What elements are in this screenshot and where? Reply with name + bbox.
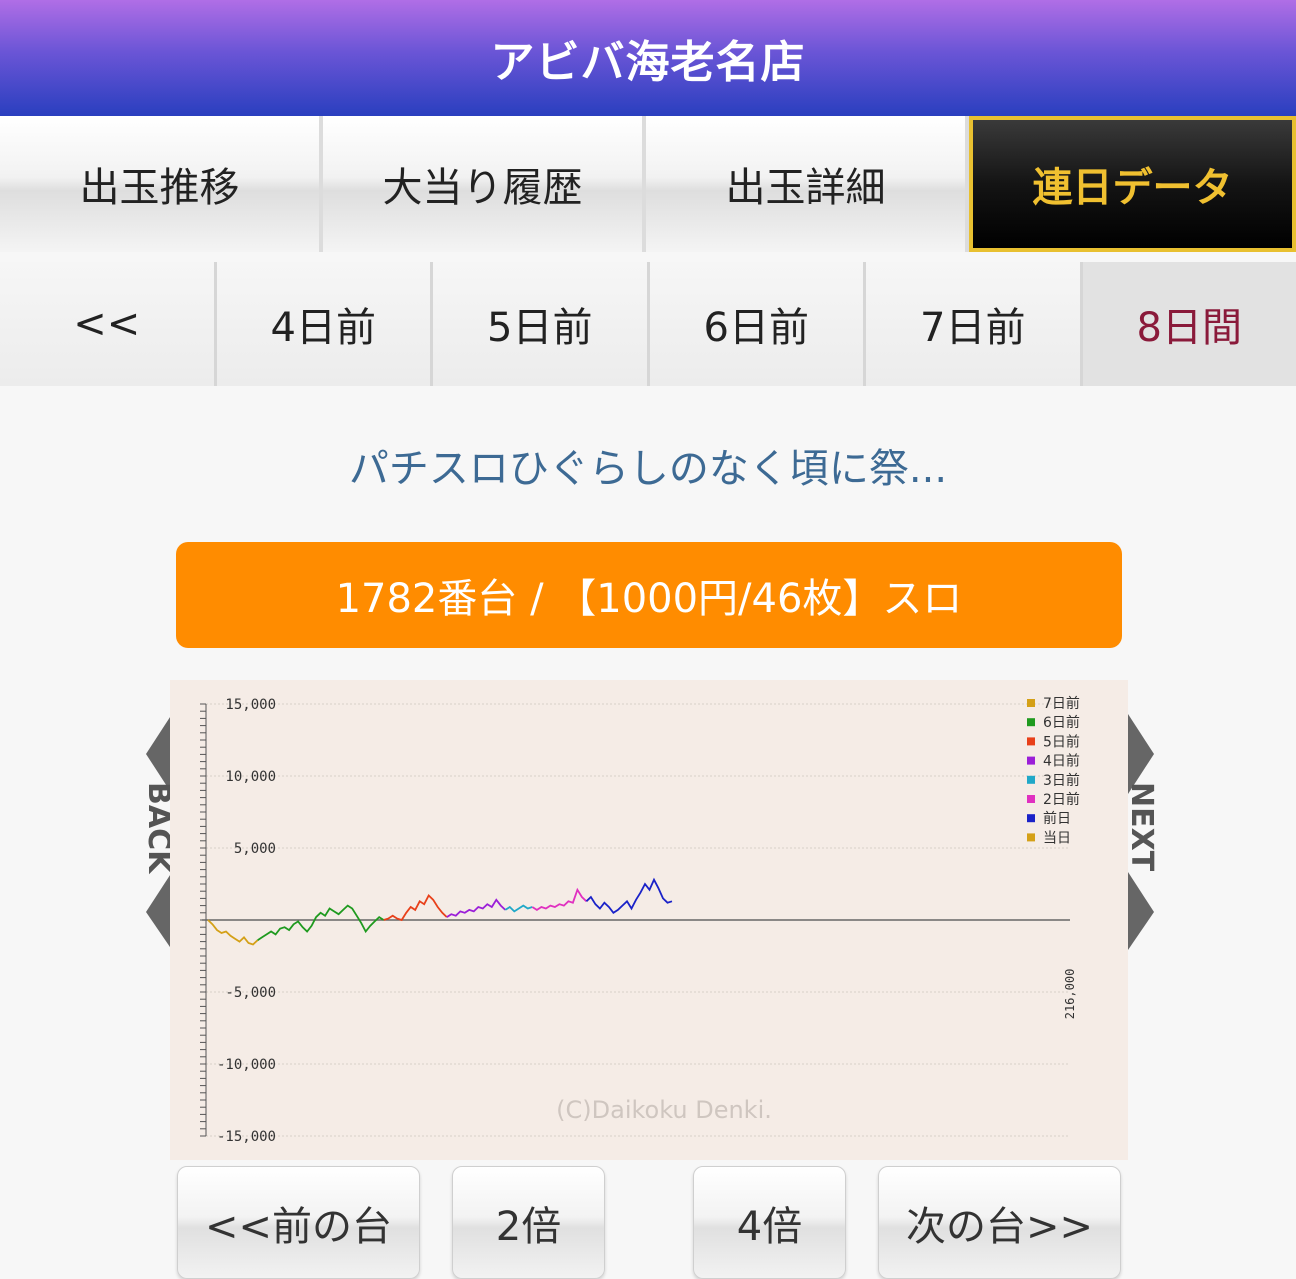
series-line	[531, 887, 588, 911]
legend-swatch	[1027, 756, 1035, 765]
legend-label: 7日前	[1043, 695, 1080, 712]
day-4-ago[interactable]: 4日前	[216, 262, 430, 386]
legend-swatch	[1027, 699, 1035, 707]
legend-swatch	[1027, 718, 1035, 727]
machine-info: 1782番台 / 【1000円/46枚】スロ	[335, 576, 963, 622]
zoom-4x-button[interactable]: 4倍	[693, 1166, 846, 1279]
zoom-2x-button[interactable]: 2倍	[452, 1166, 605, 1279]
app-header: アビバ海老名店	[0, 0, 1296, 116]
y-tick-label: 5,000	[234, 841, 276, 857]
series-line	[585, 877, 673, 915]
day-prev-button[interactable]: <<	[0, 262, 214, 386]
payout-chart: 15,000 10,000 5,000 -5,000 -10,000 -15,000 216…	[200, 695, 1080, 1145]
next-machine-button[interactable]: 次の台>>	[878, 1166, 1121, 1279]
next-arrow-down-icon	[1128, 872, 1154, 950]
main-tabs: 出玉推移 大当り履歴 出玉詳細 連日データ	[0, 116, 1296, 252]
tab-payout-trend[interactable]: 出玉推移	[0, 116, 319, 252]
legend-label: 前日	[1043, 810, 1071, 827]
watermark: (C)Daikoku Denki.	[556, 1096, 772, 1124]
legend-label: 当日	[1043, 830, 1071, 846]
day-5-ago[interactable]: 5日前	[433, 262, 647, 386]
series-line	[383, 894, 448, 922]
series-line	[257, 904, 385, 941]
day-8-days[interactable]: 8日間	[1082, 262, 1296, 386]
day-selector: << 4日前 5日前 6日前 7日前 8日間	[0, 262, 1296, 386]
series-line	[446, 898, 506, 918]
tab-daily-data[interactable]: 連日データ	[969, 116, 1296, 252]
y-tick-label: -10,000	[217, 1057, 276, 1073]
legend-label: 3日前	[1043, 772, 1080, 789]
legend-swatch	[1027, 737, 1035, 746]
legend-label: 4日前	[1043, 753, 1080, 770]
legend-label: 5日前	[1043, 733, 1080, 750]
legend-swatch	[1027, 795, 1035, 803]
y-tick-label: -5,000	[225, 985, 276, 1001]
series-line	[504, 904, 533, 913]
legend-swatch	[1027, 814, 1035, 823]
legend-label: 6日前	[1043, 714, 1080, 731]
y-tick-label: 15,000	[225, 697, 276, 713]
chart-area: 15,000 10,000 5,000 -5,000 -10,000 -15,000 216…	[170, 680, 1128, 1160]
legend-label: 2日前	[1043, 791, 1080, 808]
y-tick-label: 10,000	[225, 769, 276, 785]
back-arrow-down-icon	[146, 872, 172, 950]
next-label[interactable]: NEXT	[1124, 782, 1159, 871]
tab-jackpot-history[interactable]: 大当り履歴	[323, 116, 642, 252]
legend-swatch	[1027, 775, 1035, 784]
series-line	[207, 919, 259, 946]
machine-info-bar: 1782番台 / 【1000円/46枚】スロ	[176, 542, 1122, 648]
machine-name: パチスロひぐらしのなく頃に祭...	[348, 446, 948, 492]
tab-payout-detail[interactable]: 出玉詳細	[646, 116, 965, 252]
store-title: アビバ海老名店	[490, 37, 806, 88]
y-tick-label: -15,000	[217, 1129, 276, 1145]
day-7-ago[interactable]: 7日前	[866, 262, 1080, 386]
prev-machine-button[interactable]: <<前の台	[177, 1166, 420, 1279]
day-6-ago[interactable]: 6日前	[649, 262, 863, 386]
legend-swatch	[1027, 833, 1035, 842]
x-max-label: 216,000	[1063, 969, 1077, 1020]
